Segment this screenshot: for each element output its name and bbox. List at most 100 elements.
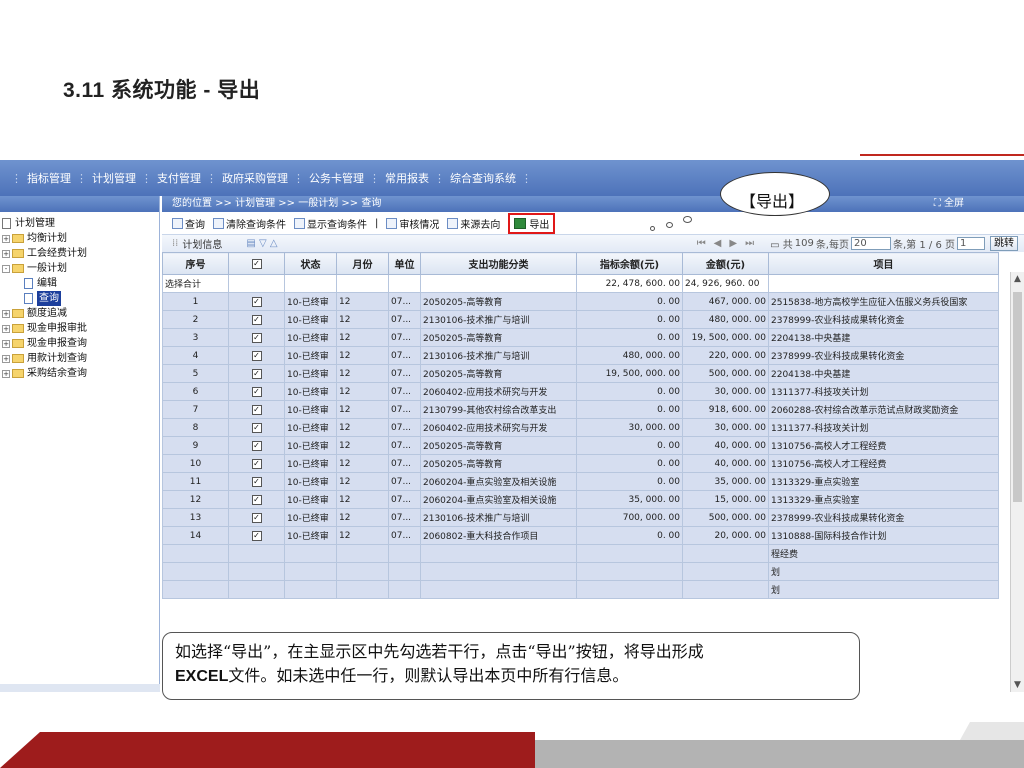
- expand-icon[interactable]: +: [2, 339, 10, 348]
- scroll-thumb[interactable]: [1013, 292, 1022, 502]
- row-select-cell[interactable]: ✓: [228, 328, 285, 347]
- tree-item[interactable]: + 额度追减: [0, 306, 159, 321]
- tree-item[interactable]: - 一般计划: [0, 261, 159, 276]
- tree-item[interactable]: 编辑: [0, 276, 159, 291]
- table-row[interactable]: 12 ✓ 10-已终审 12 07... 2060204-重点实验室及相关设施 35, 00…: [162, 490, 999, 509]
- expand-icon[interactable]: -: [2, 264, 10, 273]
- column-header[interactable]: 支出功能分类: [420, 252, 577, 275]
- row-checkbox[interactable]: ✓: [251, 512, 262, 523]
- table-row[interactable]: 划: [162, 580, 999, 599]
- table-row[interactable]: 5 ✓ 10-已终审 12 07... 2050205-高等教育 19, 500, 000.…: [162, 364, 999, 383]
- table-row[interactable]: 2 ✓ 10-已终审 12 07... 2130106-技术推广与培训 0. 00 480, …: [162, 310, 999, 329]
- audit-button[interactable]: 审核情况: [386, 216, 439, 231]
- table-row[interactable]: 1 ✓ 10-已终审 12 07... 2050205-高等教育 0. 00 467, 000…: [162, 292, 999, 311]
- row-checkbox[interactable]: ✓: [251, 440, 262, 451]
- pager-nav-icons[interactable]: ⏮◀▶⏭: [697, 238, 762, 249]
- row-checkbox[interactable]: ✓: [251, 386, 262, 397]
- expand-icon[interactable]: +: [2, 249, 10, 258]
- row-select-cell[interactable]: [228, 562, 285, 581]
- table-row[interactable]: 7 ✓ 10-已终审 12 07... 2130799-其他农村综合改革支出 0. 00 91…: [162, 400, 999, 419]
- table-row[interactable]: 4 ✓ 10-已终审 12 07... 2130106-技术推广与培训 480, 000. …: [162, 346, 999, 365]
- row-select-cell[interactable]: ✓: [228, 508, 285, 527]
- row-select-cell[interactable]: ✓: [228, 292, 285, 311]
- select-all-checkbox[interactable]: ✓: [251, 259, 262, 269]
- tree-item[interactable]: + 均衡计划: [0, 231, 159, 246]
- table-row[interactable]: 11 ✓ 10-已终审 12 07... 2060204-重点实验室及相关设施 0. 00 3…: [162, 472, 999, 491]
- column-header[interactable]: 项目: [768, 252, 999, 275]
- row-checkbox[interactable]: ✓: [251, 422, 262, 433]
- row-select-cell[interactable]: ✓: [228, 472, 285, 491]
- column-header[interactable]: 单位: [388, 252, 421, 275]
- menu-item[interactable]: 综合查询系统: [450, 170, 516, 186]
- row-checkbox[interactable]: ✓: [251, 494, 262, 505]
- menu-item[interactable]: 指标管理: [27, 170, 71, 186]
- expand-icon[interactable]: +: [2, 354, 10, 363]
- table-row[interactable]: 6 ✓ 10-已终审 12 07... 2060402-应用技术研究与开发 0. 00 30,…: [162, 382, 999, 401]
- menu-item[interactable]: 常用报表: [385, 170, 429, 186]
- column-header[interactable]: 金额(元): [682, 252, 769, 275]
- table-row[interactable]: 程经费: [162, 544, 999, 563]
- row-select-cell[interactable]: ✓: [228, 364, 285, 383]
- expand-icon[interactable]: +: [2, 324, 10, 333]
- row-select-cell[interactable]: ✓: [228, 346, 285, 365]
- query-button[interactable]: 查询: [172, 216, 205, 231]
- row-select-cell[interactable]: [228, 580, 285, 599]
- row-select-cell[interactable]: ✓: [228, 454, 285, 473]
- vertical-scrollbar[interactable]: ▲ ▼: [1010, 272, 1024, 692]
- scroll-down-icon[interactable]: ▼: [1014, 680, 1021, 690]
- row-select-cell[interactable]: ✓: [228, 382, 285, 401]
- tree-item[interactable]: + 采购结余查询: [0, 366, 159, 381]
- row-select-cell[interactable]: ✓: [228, 310, 285, 329]
- menu-item[interactable]: 政府采购管理: [222, 170, 288, 186]
- tree-root[interactable]: 计划管理: [0, 216, 159, 231]
- sidebar-scrollbar[interactable]: [0, 684, 160, 692]
- menu-item[interactable]: 公务卡管理: [309, 170, 364, 186]
- row-select-cell[interactable]: ✓: [228, 526, 285, 545]
- row-checkbox[interactable]: ✓: [251, 530, 262, 541]
- table-row[interactable]: 14 ✓ 10-已终审 12 07... 2060802-重大科技合作项目 0. 00 20,…: [162, 526, 999, 545]
- row-checkbox[interactable]: ✓: [251, 332, 262, 343]
- row-select-cell[interactable]: [228, 544, 285, 563]
- tree-item[interactable]: + 用款计划查询: [0, 351, 159, 366]
- export-button[interactable]: 导出: [508, 212, 556, 234]
- row-checkbox[interactable]: ✓: [251, 296, 262, 307]
- row-checkbox[interactable]: ✓: [251, 458, 262, 469]
- expand-icon[interactable]: +: [2, 309, 10, 318]
- row-checkbox[interactable]: ✓: [251, 314, 262, 325]
- column-header[interactable]: 月份: [336, 252, 389, 275]
- table-row[interactable]: 9 ✓ 10-已终审 12 07... 2050205-高等教育 0. 00 40, 000.…: [162, 436, 999, 455]
- tree-item[interactable]: + 工会经费计划: [0, 246, 159, 261]
- row-select-cell[interactable]: ✓: [228, 418, 285, 437]
- grid-options-icon[interactable]: ▤ ▽ △: [246, 238, 277, 249]
- show-conditions-button[interactable]: 显示查询条件: [294, 216, 367, 231]
- row-select-cell[interactable]: ✓: [228, 436, 285, 455]
- clear-conditions-button[interactable]: 清除查询条件: [213, 216, 286, 231]
- table-row[interactable]: 3 ✓ 10-已终审 12 07... 2050205-高等教育 0. 00 19, 500,…: [162, 328, 999, 347]
- row-select-cell[interactable]: ✓: [228, 400, 285, 419]
- tree-item[interactable]: 查询: [0, 291, 159, 306]
- go-button[interactable]: 跳转: [990, 236, 1018, 251]
- column-header[interactable]: 序号: [162, 252, 229, 275]
- tree-item[interactable]: + 现金申报审批: [0, 321, 159, 336]
- per-page-select[interactable]: 20: [851, 237, 891, 250]
- table-row[interactable]: 10 ✓ 10-已终审 12 07... 2050205-高等教育 0. 00 40, 000…: [162, 454, 999, 473]
- expand-icon[interactable]: +: [2, 369, 10, 378]
- menu-item[interactable]: 计划管理: [92, 170, 136, 186]
- column-header[interactable]: 指标余额(元): [576, 252, 683, 275]
- row-checkbox[interactable]: ✓: [251, 368, 262, 379]
- tree-item[interactable]: + 现金申报查询: [0, 336, 159, 351]
- row-checkbox[interactable]: ✓: [251, 476, 262, 487]
- table-row[interactable]: 13 ✓ 10-已终审 12 07... 2130106-技术推广与培训 700, 000.…: [162, 508, 999, 527]
- row-select-cell[interactable]: ✓: [228, 490, 285, 509]
- expand-icon[interactable]: +: [2, 234, 10, 243]
- row-checkbox[interactable]: ✓: [251, 404, 262, 415]
- row-checkbox[interactable]: ✓: [251, 350, 262, 361]
- column-header[interactable]: 状态: [284, 252, 337, 275]
- source-button[interactable]: 来源去向: [447, 216, 500, 231]
- table-row[interactable]: 8 ✓ 10-已终审 12 07... 2060402-应用技术研究与开发 30, 000.…: [162, 418, 999, 437]
- fullscreen-button[interactable]: ⛶ 全屏: [934, 196, 964, 212]
- page-input[interactable]: 1: [957, 237, 985, 250]
- table-row[interactable]: 划: [162, 562, 999, 581]
- menu-item[interactable]: 支付管理: [157, 170, 201, 186]
- column-header[interactable]: ✓: [228, 252, 285, 275]
